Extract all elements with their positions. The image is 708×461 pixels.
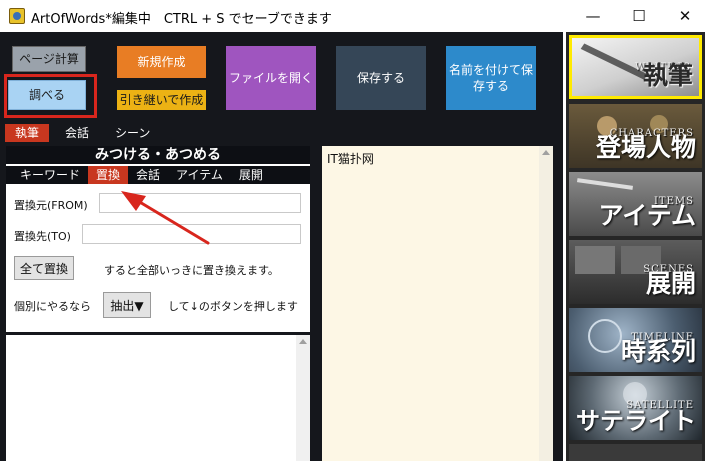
annotation-arrow [121, 191, 210, 245]
